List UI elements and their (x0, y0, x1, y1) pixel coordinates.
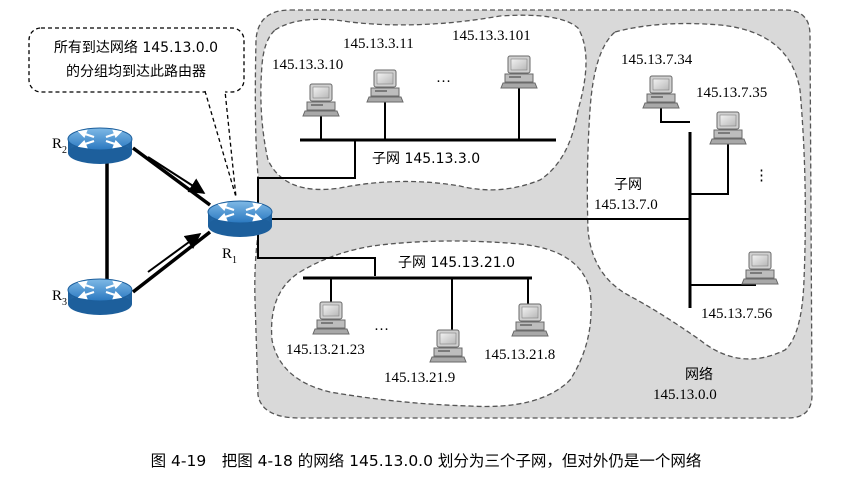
network-diagram: 所有到达网络 145.13.0.0 的分组均到达此路由器 R2 R3 R1 14… (28, 9, 813, 470)
host-label: 145.13.3.101 (452, 28, 531, 44)
callout-line-2: 的分组均到达此路由器 (66, 64, 206, 80)
network-label-line-1: 网络 (685, 367, 713, 383)
arrow-r2-to-r1 (147, 156, 206, 194)
callout: 所有到达网络 145.13.0.0 的分组均到达此路由器 (28, 27, 245, 198)
host-label: 145.13.21.9 (384, 370, 455, 386)
link-r3-r1 (131, 230, 212, 294)
ellipsis: … (374, 318, 389, 334)
subnet-7-label-line-2: 145.13.7.0 (594, 197, 658, 213)
host-label: 145.13.21.8 (484, 347, 555, 363)
subnet-3-label: 子网 145.13.3.0 (372, 151, 480, 167)
network-label-line-2: 145.13.0.0 (653, 387, 717, 403)
callout-line-1: 所有到达网络 145.13.0.0 (54, 40, 218, 56)
host-label: 145.13.3.11 (343, 36, 414, 52)
host-label: 145.13.7.56 (701, 306, 773, 322)
router-r3-label: R3 (52, 288, 67, 308)
host-label: 145.13.7.34 (621, 52, 693, 68)
subnet-21-label: 子网 145.13.21.0 (398, 255, 515, 271)
router-r1-label: R1 (222, 246, 237, 266)
arrow-r3-to-r1 (147, 233, 202, 273)
subnet-7-label-line-1: 子网 (614, 177, 642, 193)
host-label: 145.13.3.10 (272, 57, 343, 73)
host-label: 145.13.7.35 (696, 85, 767, 101)
host-label: 145.13.21.23 (286, 342, 365, 358)
ellipsis: ⋮ (754, 168, 769, 184)
figure-caption: 图 4-19 把图 4-18 的网络 145.13.0.0 划分为三个子网，但对… (151, 452, 702, 470)
router-r3-icon (66, 277, 134, 317)
router-r2-icon (66, 126, 134, 166)
router-r2-label: R2 (52, 136, 67, 156)
ellipsis: … (436, 70, 451, 86)
link-r2-r1 (131, 146, 212, 207)
router-r1-icon (206, 199, 274, 239)
